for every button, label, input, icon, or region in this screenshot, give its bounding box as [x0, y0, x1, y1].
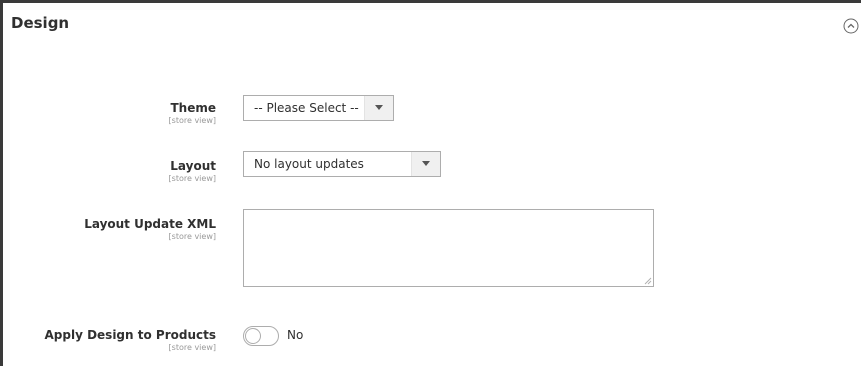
- theme-label: Theme: [170, 101, 216, 115]
- apply-design-toggle-state: No: [287, 328, 304, 342]
- panel-left-border: [0, 0, 3, 366]
- resize-grip-icon[interactable]: [644, 277, 652, 285]
- toggle-knob: [245, 328, 261, 344]
- section-title[interactable]: Design: [11, 14, 69, 32]
- apply-design-toggle[interactable]: [243, 326, 279, 346]
- design-section: Design Theme [store view] -- Please Sele…: [0, 0, 861, 366]
- layout-update-xml-label-group: Layout Update XML [store view]: [84, 217, 216, 242]
- layout-scope-label: [store view]: [168, 174, 216, 183]
- layout-update-xml-label: Layout Update XML: [84, 217, 216, 231]
- theme-label-group: Theme [store view]: [169, 101, 216, 126]
- layout-update-xml-scope-label: [store view]: [168, 232, 216, 241]
- layout-label: Layout: [170, 159, 216, 173]
- theme-select-value: -- Please Select --: [254, 101, 359, 115]
- caret-down-icon[interactable]: [411, 152, 440, 176]
- theme-scope-label: [store view]: [168, 116, 216, 125]
- caret-down-icon[interactable]: [364, 96, 393, 120]
- apply-design-label-group: Apply Design to Products [store view]: [45, 328, 217, 353]
- chevron-up-circle-icon[interactable]: [843, 18, 859, 34]
- layout-label-group: Layout [store view]: [169, 159, 216, 184]
- panel-top-border: [0, 0, 861, 3]
- theme-select[interactable]: -- Please Select --: [243, 95, 394, 121]
- apply-design-scope-label: [store view]: [168, 343, 216, 352]
- layout-update-xml-textarea[interactable]: [243, 209, 654, 287]
- layout-select[interactable]: No layout updates: [243, 151, 441, 177]
- apply-design-label: Apply Design to Products: [44, 328, 217, 342]
- layout-select-value: No layout updates: [254, 157, 364, 171]
